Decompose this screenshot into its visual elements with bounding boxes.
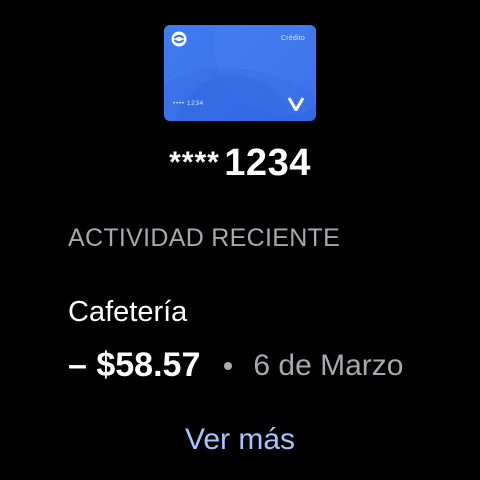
transaction-date: 6 de Marzo	[253, 348, 404, 382]
card-type-label: Crédito	[281, 35, 305, 42]
watch-screen: Crédito •••• 1234 **** 1234 ACTIVIDAD RE…	[0, 0, 480, 480]
card-network-v-icon	[288, 97, 304, 111]
transaction-details[interactable]: – $58.57 6 de Marzo	[68, 346, 403, 385]
see-more-button[interactable]: Ver más	[0, 423, 480, 457]
separator-dot-icon	[224, 361, 233, 370]
payment-app-logo-icon	[171, 31, 187, 47]
recent-activity-heading: ACTIVIDAD RECIENTE	[68, 224, 341, 252]
credit-card-image[interactable]: Crédito •••• 1234	[164, 25, 316, 121]
card-number-short: •••• 1234	[173, 100, 204, 107]
masked-card-number: **** 1234	[0, 142, 480, 185]
transaction-merchant[interactable]: Cafetería	[68, 296, 187, 329]
transaction-amount: – $58.57	[68, 346, 201, 384]
masked-card-stars: ****	[169, 146, 220, 179]
card-last-digits: 1234	[224, 142, 311, 184]
